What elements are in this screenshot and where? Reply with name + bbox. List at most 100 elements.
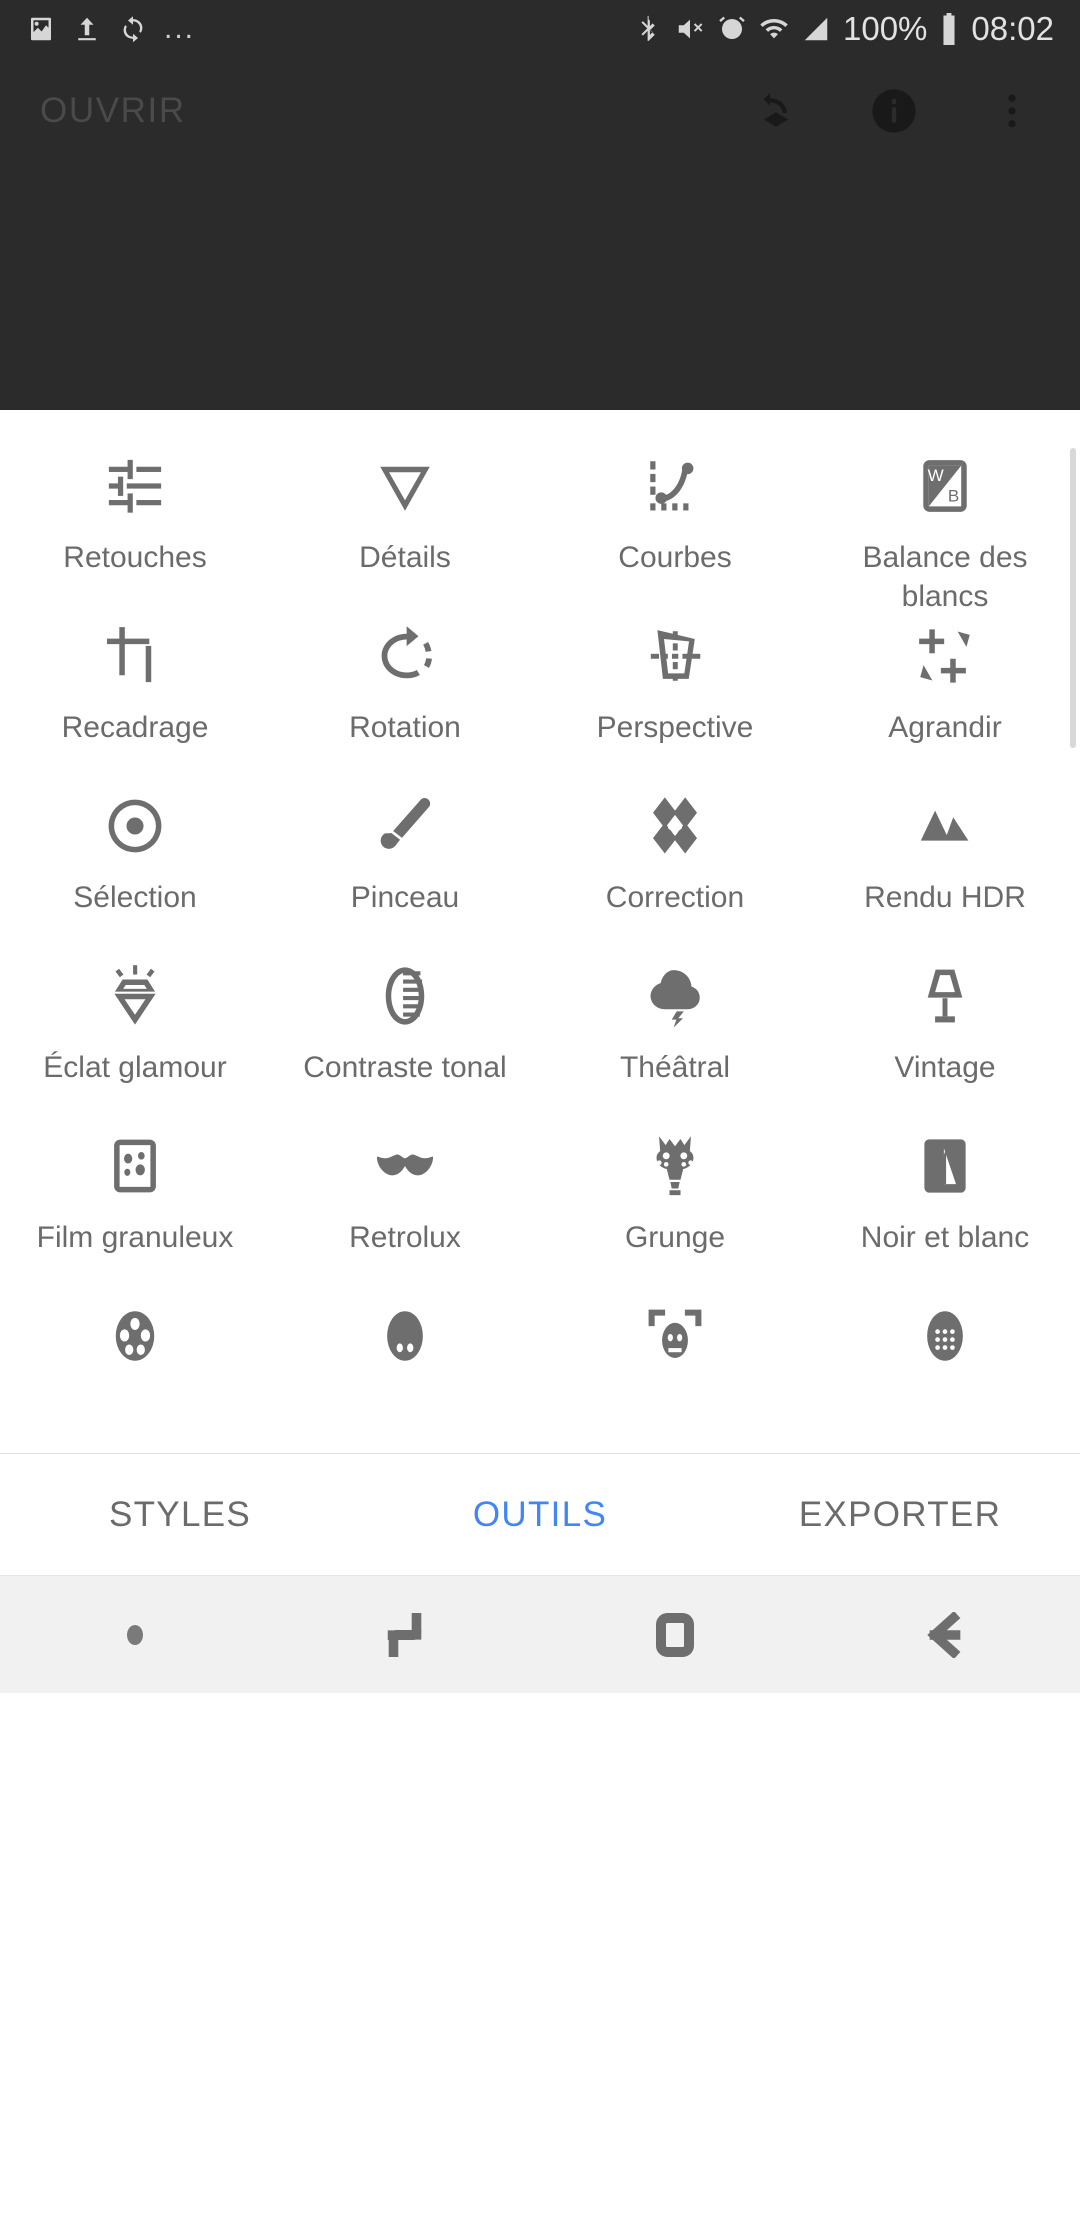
black-white-icon [912, 1128, 978, 1204]
tool-label: Agrandir [888, 711, 1002, 744]
alarm-icon [719, 16, 745, 39]
triangle-down-icon [372, 448, 438, 524]
tool-label: Perspective [596, 711, 754, 744]
grunge-icon [642, 1128, 708, 1204]
tool-vintage[interactable]: Vintage [810, 958, 1080, 1128]
android-nav-bar [0, 1575, 1080, 1693]
tool-label: Courbes [618, 541, 732, 574]
battery-icon [943, 13, 955, 45]
tool-recadrage[interactable]: Recadrage [0, 618, 270, 788]
bottom-tab-bar: STYLES OUTILS EXPORTER [0, 1453, 1080, 1575]
tool-courbes[interactable]: Courbes [540, 448, 810, 618]
grainy-film-icon [102, 1128, 168, 1204]
tool-grunge[interactable]: Grunge [540, 1128, 810, 1298]
tool-retouches[interactable]: Retouches [0, 448, 270, 618]
open-button[interactable]: OUVRIR [40, 91, 186, 131]
mute-vibrate-icon [678, 19, 703, 39]
portrait-icon [372, 1298, 438, 1374]
tool-face-frame[interactable] [540, 1298, 810, 1453]
tool-film-granuleux[interactable]: Film granuleux [0, 1128, 270, 1298]
nav-menu-dot[interactable] [0, 1624, 270, 1645]
nav-home-button[interactable] [540, 1611, 810, 1659]
status-more-icon: ... [164, 12, 196, 45]
tool-label: Contraste tonal [303, 1051, 507, 1084]
tool-label: Éclat glamour [43, 1051, 227, 1084]
info-icon[interactable] [866, 83, 922, 139]
curves-icon [642, 448, 708, 524]
clock-label: 08:02 [971, 10, 1054, 47]
tool-balance-des-blancs[interactable]: W B Balance des blancs [810, 448, 1080, 618]
tool-rendu-hdr[interactable]: Rendu HDR [810, 788, 1080, 958]
wifi-icon [760, 19, 788, 39]
tools-scrollbar[interactable] [1070, 448, 1076, 748]
rotate-icon [372, 618, 438, 694]
battery-percent-label: 100% [843, 10, 928, 47]
sync-icon [123, 16, 143, 43]
vintage-lamp-icon [912, 958, 978, 1034]
tool-head-pose[interactable] [810, 1298, 1080, 1453]
tool-correction[interactable]: Correction [540, 788, 810, 958]
revert-stack-icon[interactable] [748, 83, 804, 139]
retrolux-moustache-icon [372, 1128, 438, 1204]
tool-perspective[interactable]: Perspective [540, 618, 810, 788]
back-icon [927, 1611, 961, 1658]
tool-details[interactable]: Détails [270, 448, 540, 618]
svg-text:B: B [948, 486, 959, 505]
tools-grid: Retouches Détails Courbes W B Balance de… [0, 410, 1080, 1453]
nav-back-button[interactable] [810, 1611, 1080, 1658]
tool-label: Recadrage [61, 711, 209, 744]
info-glyph [872, 88, 916, 133]
tool-label: Rotation [349, 711, 461, 744]
home-icon [656, 1612, 694, 1657]
brush-icon [372, 788, 438, 864]
tool-film-reel[interactable] [0, 1298, 270, 1453]
tool-noir-et-blanc[interactable]: Noir et blanc [810, 1128, 1080, 1298]
svg-text:W: W [928, 466, 945, 485]
app-toolbar: OUVRIR [0, 58, 1080, 163]
tab-exporter[interactable]: EXPORTER [720, 1495, 1080, 1535]
crop-icon [102, 618, 168, 694]
tonal-contrast-icon [372, 958, 438, 1034]
selective-icon [102, 788, 168, 864]
tool-rotation[interactable]: Rotation [270, 618, 540, 788]
hdr-mountains-icon [912, 788, 978, 864]
signal-icon [804, 17, 828, 41]
nav-recents-button[interactable] [270, 1612, 540, 1658]
head-pose-icon [912, 1298, 978, 1374]
tool-eclat-glamour[interactable]: Éclat glamour [0, 958, 270, 1128]
tool-label: Retrolux [349, 1221, 461, 1254]
tool-label: Noir et blanc [860, 1221, 1030, 1254]
tool-label: Film granuleux [36, 1221, 234, 1254]
tune-icon [102, 448, 168, 524]
tools-panel: Retouches Détails Courbes W B Balance de… [0, 410, 1080, 1453]
image-canvas[interactable] [0, 163, 1080, 410]
tool-portrait[interactable] [270, 1298, 540, 1453]
upload-icon [78, 17, 96, 41]
tool-contraste-tonal[interactable]: Contraste tonal [270, 958, 540, 1128]
status-bar-right: 100% 08:02 [633, 10, 1054, 48]
tool-label: Pinceau [350, 881, 460, 914]
status-bar: ... 100% 08:02 [0, 0, 1080, 58]
menu-dot-icon [127, 1624, 143, 1645]
tool-label: Théâtral [619, 1051, 731, 1084]
overflow-menu-glyph [1008, 94, 1016, 127]
toolbar-actions [748, 83, 1040, 139]
white-balance-icon: W B [912, 448, 978, 524]
tool-label: Retouches [63, 541, 207, 574]
image-icon [31, 17, 51, 41]
tool-selection[interactable]: Sélection [0, 788, 270, 958]
tool-retrolux[interactable]: Retrolux [270, 1128, 540, 1298]
perspective-icon [642, 618, 708, 694]
tool-agrandir[interactable]: Agrandir [810, 618, 1080, 788]
recents-icon [387, 1612, 422, 1657]
tab-styles[interactable]: STYLES [0, 1495, 360, 1535]
tool-label: Correction [605, 881, 745, 914]
tool-pinceau[interactable]: Pinceau [270, 788, 540, 958]
glamour-glow-icon [102, 958, 168, 1034]
healing-icon [642, 788, 708, 864]
tool-theatral[interactable]: Théâtral [540, 958, 810, 1128]
face-frame-icon [642, 1298, 708, 1374]
tab-outils[interactable]: OUTILS [360, 1495, 720, 1535]
overflow-menu-icon[interactable] [984, 83, 1040, 139]
app-root: ... 100% 08:02 OUVRIR Retouches Détails … [0, 0, 1080, 2220]
